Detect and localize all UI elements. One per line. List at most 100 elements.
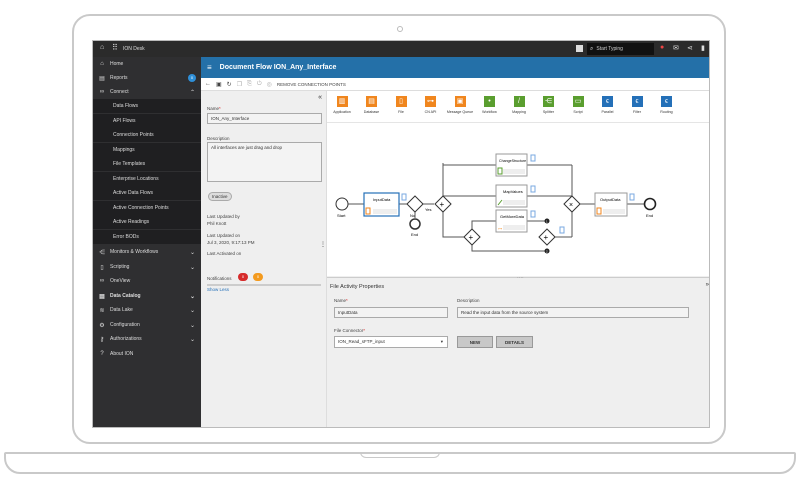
back-icon[interactable]: ← — [205, 81, 211, 87]
search-input[interactable]: ⌕ Start Typing — [587, 43, 654, 55]
start-event[interactable] — [335, 197, 349, 211]
exclusive-gateway[interactable]: × — [563, 195, 581, 213]
file-connector-select[interactable]: ION_Read_sFTP_input ▾ — [334, 336, 448, 348]
resize-handle-icon[interactable]: ···· — [517, 275, 524, 281]
palette-item-mapping[interactable]: / Mapping — [505, 96, 533, 114]
home-icon[interactable]: ⌂ — [100, 44, 104, 51]
palette-item-splitter[interactable]: ⋲ Splitter — [535, 96, 563, 114]
end-event-no[interactable] — [409, 218, 421, 230]
file-connector-label: File Connector* — [334, 328, 366, 333]
sidebar-item-connect[interactable]: ∞ Connect ⌃ — [93, 85, 201, 99]
description-textarea[interactable]: All interfaces are just drag and drop — [207, 142, 322, 182]
hamburger-menu-icon[interactable]: ≡ — [207, 63, 212, 72]
user-avatar-icon[interactable]: ● — [660, 44, 664, 51]
flow-diagram-canvas: Start InputData Yes No End + ChangeStruc… — [335, 153, 657, 254]
palette-item-file[interactable]: ▯ File — [387, 96, 415, 114]
top-bar: ⌂ ⠿ ION Desk ⌕ Start Typing ● ✉ ⋖ ▮ — [93, 41, 709, 57]
sidebar-item-about[interactable]: ? About ION — [93, 347, 201, 361]
page-header: ≡ Document Flow ION_Any_Interface — [201, 57, 709, 78]
toolbar: ← ▣ ↻ ❐ ⎘ ⏻ ◎ REMOVE CONNECTION POINTS — [201, 78, 709, 91]
sidebar-item-monitors[interactable]: ⋲ Monitors & Workflows ⌄ — [93, 245, 201, 259]
home-icon: ⌂ — [100, 61, 104, 67]
label: Active Data Flows — [113, 190, 154, 196]
dropdown-arrow-icon: ▾ — [440, 339, 443, 344]
palette-item-filter[interactable]: ϵ Filter — [623, 96, 651, 114]
sidebar-item-configuration[interactable]: ⚙ Configuration ⌄ — [93, 318, 201, 332]
search-icon: ⌕ — [590, 45, 594, 52]
document-icon[interactable] — [530, 185, 536, 193]
sidebar-item-scripting[interactable]: ▯ Scripting ⌄ — [93, 260, 201, 274]
document-icon[interactable] — [530, 154, 536, 162]
new-button[interactable]: NEW — [457, 336, 493, 348]
name-label: Name* — [207, 106, 221, 111]
mail-icon[interactable]: ✉ — [673, 44, 679, 52]
palette-item-database[interactable]: ▤ Database — [358, 96, 386, 114]
stop-icon[interactable]: ◎ — [267, 81, 272, 88]
sidebar-item-authorizations[interactable]: ⚷ Authorizations ⌄ — [93, 332, 201, 346]
decision-gateway[interactable] — [406, 195, 424, 213]
palette-item-application[interactable]: ▥ Application — [328, 96, 356, 114]
sidebar-item-mappings[interactable]: Mappings — [93, 142, 201, 157]
svg-text:⊶: ⊶ — [498, 226, 502, 231]
sidebar-item-connection-points[interactable]: Connection Points — [93, 128, 201, 142]
sidebar-item-error-bods[interactable]: Error BODs — [93, 229, 201, 244]
sidebar-item-oneview[interactable]: ∞ OneView — [93, 274, 201, 288]
save-icon[interactable]: ▣ — [216, 81, 222, 88]
show-less-link[interactable]: Show Less — [207, 287, 229, 292]
error-notification-badge[interactable]: 0 — [238, 273, 248, 281]
resize-handle-icon[interactable]: ⋮ — [320, 241, 326, 248]
refresh-icon[interactable]: ↻ — [227, 81, 232, 88]
sidebar-item-data-lake[interactable]: ≋ Data Lake ⌄ — [93, 303, 201, 317]
palette-item-cn-api[interactable]: ⊶ CN API — [417, 96, 445, 114]
name-input[interactable]: ION_Any_Interface — [207, 113, 322, 124]
palette-item-message-queue[interactable]: ▣ Message Queue — [446, 96, 474, 114]
document-icon[interactable] — [401, 193, 407, 201]
sidebar-item-data-flows[interactable]: Data Flows — [93, 99, 201, 113]
sidebar-item-home[interactable]: ⌂ Home — [93, 57, 201, 71]
sidebar-item-active-readings[interactable]: Active Readings — [93, 215, 201, 229]
bookmark-flag-icon[interactable]: ▮ — [701, 44, 705, 52]
end-event[interactable] — [643, 197, 657, 211]
sidebar-item-data-catalog[interactable]: ▤ Data Catalog ⌄ — [93, 289, 201, 303]
screen: ⌂ ⠿ ION Desk ⌕ Start Typing ● ✉ ⋖ ▮ ⌂ Hom… — [92, 40, 710, 428]
palette-item-label: Splitter — [542, 110, 555, 114]
document-icon[interactable] — [629, 193, 635, 201]
change-structure-node[interactable] — [495, 153, 528, 177]
bookmark-icon[interactable] — [576, 45, 583, 52]
grid-menu-icon[interactable]: ⠿ — [112, 43, 118, 52]
prop-name-input[interactable]: InputData — [334, 307, 448, 318]
share-icon[interactable]: ⋖ — [687, 44, 693, 52]
palette-item-script[interactable]: ▭ Script — [564, 96, 592, 114]
sidebar-item-active-data-flows[interactable]: Active Data Flows — [93, 186, 201, 200]
sidebar-item-file-templates[interactable]: File Templates — [93, 157, 201, 171]
start-label: Start — [337, 213, 346, 218]
parallel-gateway[interactable]: + — [434, 195, 452, 213]
remove-connection-points-button[interactable]: REMOVE CONNECTION POINTS — [277, 82, 346, 87]
palette-item-parallel[interactable]: ϵ Parallel — [594, 96, 622, 114]
details-button[interactable]: DETAILS — [496, 336, 533, 348]
palette-item-workflow[interactable]: • Workflow — [476, 96, 504, 114]
document-icon[interactable] — [530, 210, 536, 218]
parallel-gateway-split[interactable]: + — [463, 228, 481, 246]
power-icon[interactable]: ⏻ — [257, 81, 262, 88]
monitors-icon: ⋲ — [99, 249, 105, 256]
chevron-down-icon: ⌄ — [189, 264, 195, 271]
label: Data Flows — [113, 103, 139, 109]
parallel-gateway-join[interactable]: + — [538, 228, 556, 246]
export-icon[interactable]: ⎘ — [247, 81, 252, 88]
warning-notification-badge[interactable]: 0 — [253, 273, 263, 281]
parallel-icon: ϵ — [602, 96, 613, 107]
copy-icon[interactable]: ❐ — [237, 81, 242, 88]
sidebar-item-reports[interactable]: ▤ Reports 0 — [93, 71, 201, 85]
workflow-icon: • — [484, 96, 495, 107]
page-title: Document Flow ION_Any_Interface — [219, 64, 337, 71]
end-no-label: End — [411, 232, 418, 237]
sidebar-item-active-connection-points[interactable]: Active Connection Points — [93, 200, 201, 215]
sidebar-item-enterprise-locations[interactable]: Enterprise Locations — [93, 171, 201, 186]
collapse-properties-icon[interactable]: » — [706, 282, 709, 288]
prop-description-input[interactable]: Read the input data from the source syst… — [457, 307, 689, 318]
document-icon[interactable] — [559, 226, 565, 234]
sidebar-item-api-flows[interactable]: API Flows — [93, 113, 201, 128]
palette-item-routing[interactable]: ϵ Routing — [653, 96, 681, 114]
collapse-panel-icon[interactable]: « — [318, 94, 322, 101]
